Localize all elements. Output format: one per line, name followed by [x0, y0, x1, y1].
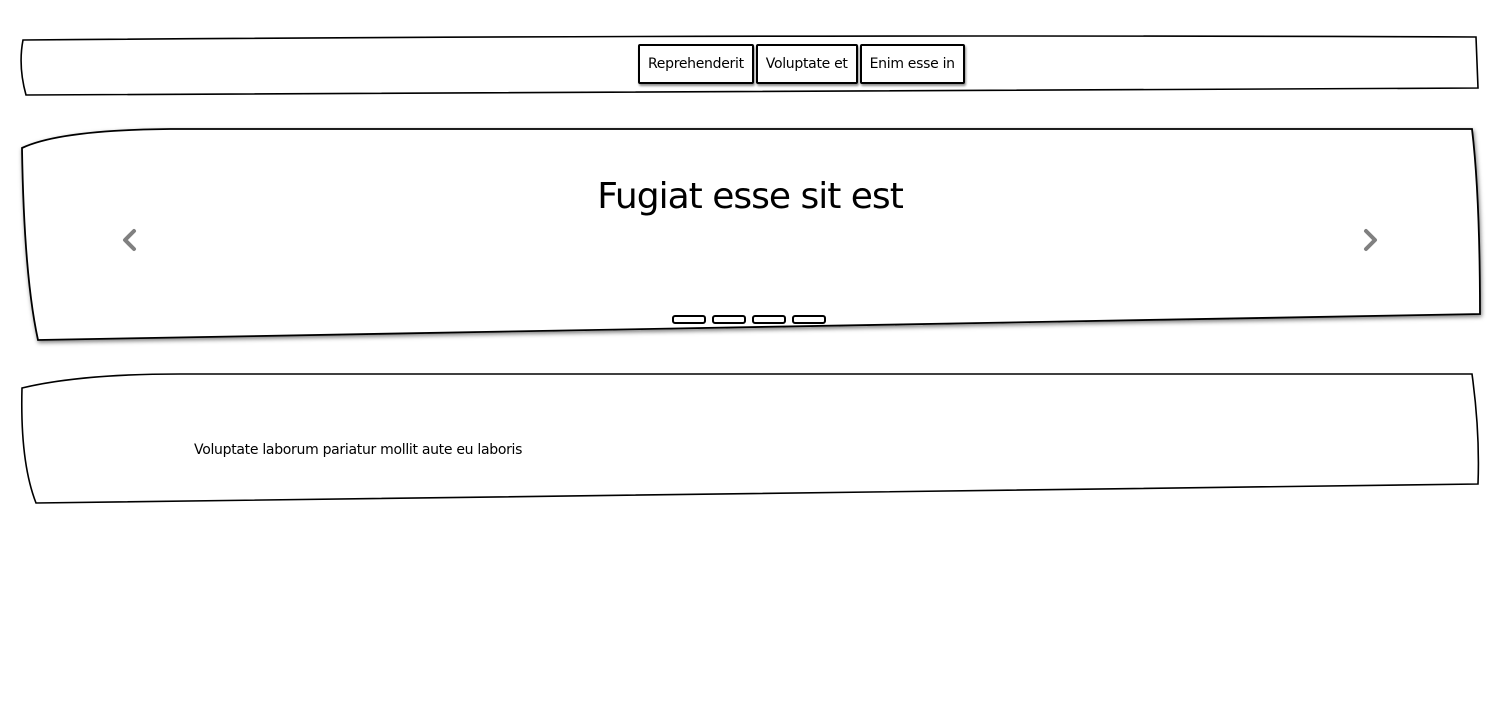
chevron-left-icon: [123, 229, 136, 251]
carousel-indicator-1[interactable]: [672, 315, 706, 324]
chevron-right-icon: [1364, 229, 1377, 251]
nav-button-voluptate-et[interactable]: Voluptate et: [755, 44, 858, 84]
page: Reprehenderit Voluptate et Enim esse in …: [0, 0, 1500, 720]
nav-button-enim-esse-in[interactable]: Enim esse in: [859, 44, 965, 84]
nav-button-reprehenderit[interactable]: Reprehenderit: [638, 44, 754, 84]
carousel-frame: [21, 127, 1481, 341]
carousel-next-button[interactable]: [1358, 226, 1382, 254]
carousel-indicators: [672, 315, 826, 324]
navbar: Reprehenderit Voluptate et Enim esse in: [20, 35, 1480, 98]
content-text: Voluptate laborum pariatur mollit aute e…: [194, 442, 523, 458]
content-panel-frame: [20, 372, 1480, 504]
carousel-prev-button[interactable]: [118, 226, 142, 254]
carousel-indicator-3[interactable]: [752, 315, 786, 324]
carousel-indicator-2[interactable]: [712, 315, 746, 324]
carousel: Fugiat esse sit est: [20, 126, 1481, 342]
carousel-title: Fugiat esse sit est: [597, 176, 904, 217]
content-panel: Voluptate laborum pariatur mollit aute e…: [20, 372, 1480, 506]
nav-button-group: Reprehenderit Voluptate et Enim esse in: [638, 44, 965, 84]
carousel-indicator-4[interactable]: [792, 315, 826, 324]
